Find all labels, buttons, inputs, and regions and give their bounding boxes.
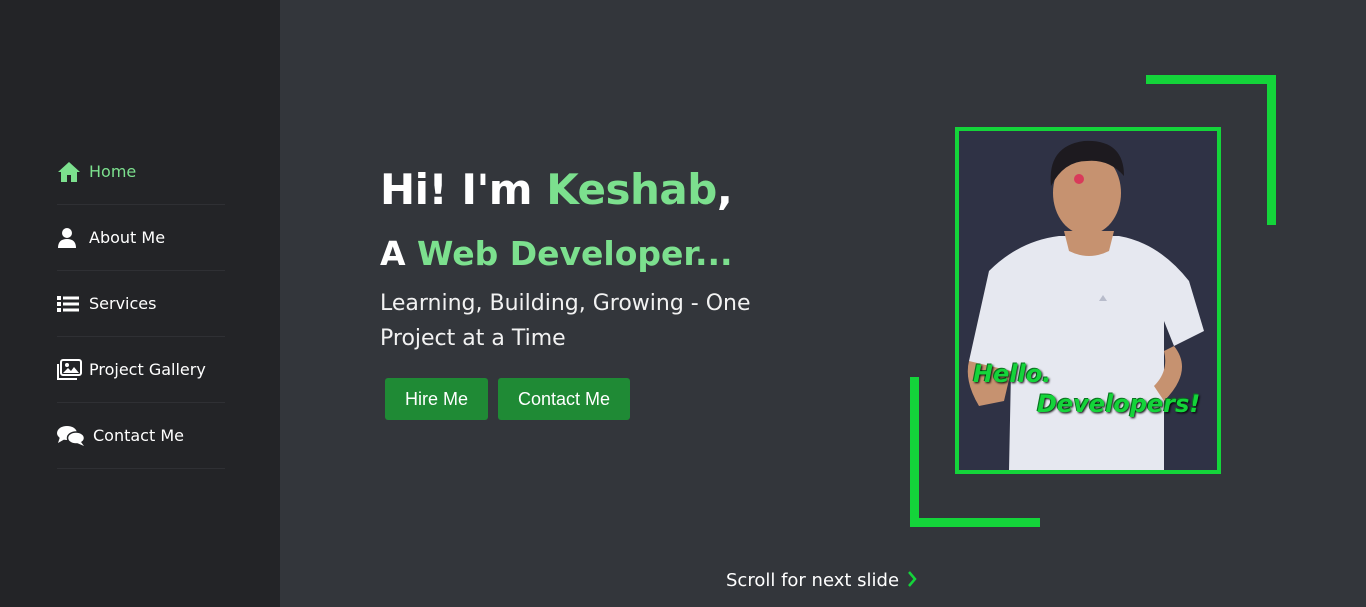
sidebar-item-services[interactable]: Services [57,271,225,337]
contact-me-button[interactable]: Contact Me [498,378,631,420]
overlay-line-1: Hello. [973,360,1052,388]
sidebar-item-label: Services [89,294,157,313]
sidebar-nav: Home About Me Services Project Gallery C… [57,139,225,469]
sidebar-item-label: Contact Me [93,426,184,445]
sidebar-item-home[interactable]: Home [57,139,225,205]
profile-photo: Hello. Developers! [955,127,1221,474]
list-icon [57,292,83,316]
hero-tagline: Learning, Building, Growing - One Projec… [380,291,751,351]
chevron-right-icon [907,570,917,591]
role-text: Web Developer... [417,234,733,273]
hero-name: Keshab [546,165,717,214]
sidebar-item-label: About Me [89,228,166,247]
overlay-line-2: Developers! [1037,390,1201,418]
photo-overlay-text: Hello. Developers! [973,359,1213,419]
greeting-suffix: , [716,165,733,214]
hire-me-button[interactable]: Hire Me [385,378,489,420]
hero-section: Hi! I'm Keshab, A Web Developer... Learn… [380,160,820,420]
user-icon [57,226,83,250]
home-icon [57,160,83,184]
sidebar-item-about[interactable]: About Me [57,205,225,271]
sidebar: Home About Me Services Project Gallery C… [0,0,280,607]
images-icon [57,358,83,382]
hero-role: A Web Developer... [380,230,820,278]
sidebar-item-label: Home [89,162,137,181]
sidebar-item-project-gallery[interactable]: Project Gallery [57,337,225,403]
greeting-prefix: Hi! I'm [380,165,547,214]
sidebar-item-label: Project Gallery [89,360,206,379]
scroll-hint-text: Scroll for next slide [726,570,900,591]
hero-greeting: Hi! I'm Keshab, [380,160,820,220]
comments-icon [57,424,87,448]
hero-buttons: Hire Me Contact Me [385,378,820,420]
sidebar-item-contact[interactable]: Contact Me [57,403,225,469]
role-prefix: A [380,234,418,273]
scroll-next-slide[interactable]: Scroll for next slide [726,570,917,591]
profile-illustration [959,131,1217,470]
